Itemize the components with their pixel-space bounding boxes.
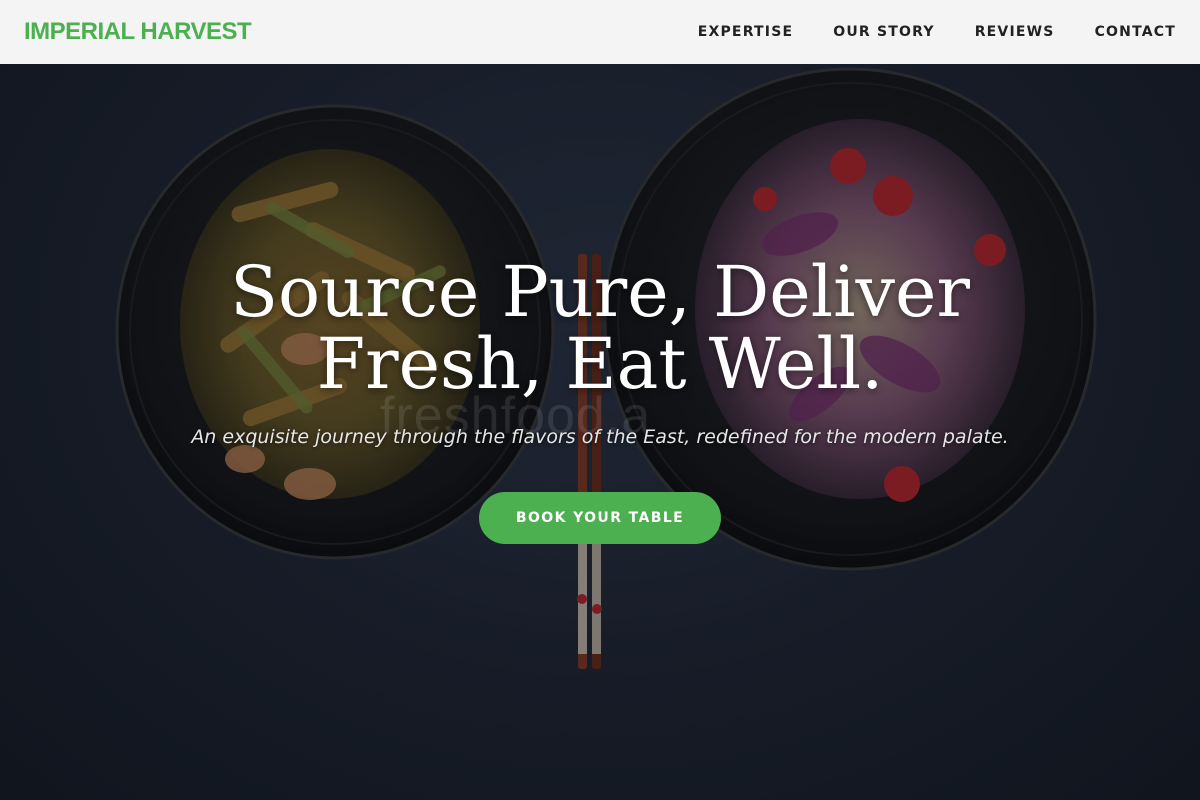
book-table-button[interactable]: BOOK YOUR TABLE [479,492,721,544]
hero-section: freshfood.a Source Pure, Deliver Fresh, … [0,64,1200,800]
site-header: IMPERIAL HARVEST EXPERTISE OUR STORY REV… [0,0,1200,64]
hero-subtitle: An exquisite journey through the flavors… [191,426,1009,448]
hero-title-line-2: Fresh, Eat Well. [316,323,884,405]
hero-title-line-1: Source Pure, Deliver [230,251,970,333]
brand-logo[interactable]: IMPERIAL HARVEST [24,18,252,46]
hero-title: Source Pure, Deliver Fresh, Eat Well. [200,256,1000,400]
main-nav: EXPERTISE OUR STORY REVIEWS CONTACT [658,24,1176,40]
nav-link-contact[interactable]: CONTACT [1095,24,1176,40]
nav-link-expertise[interactable]: EXPERTISE [698,24,794,40]
nav-link-our-story[interactable]: OUR STORY [833,24,934,40]
nav-link-reviews[interactable]: REVIEWS [975,24,1055,40]
hero-content: Source Pure, Deliver Fresh, Eat Well. An… [0,64,1200,800]
